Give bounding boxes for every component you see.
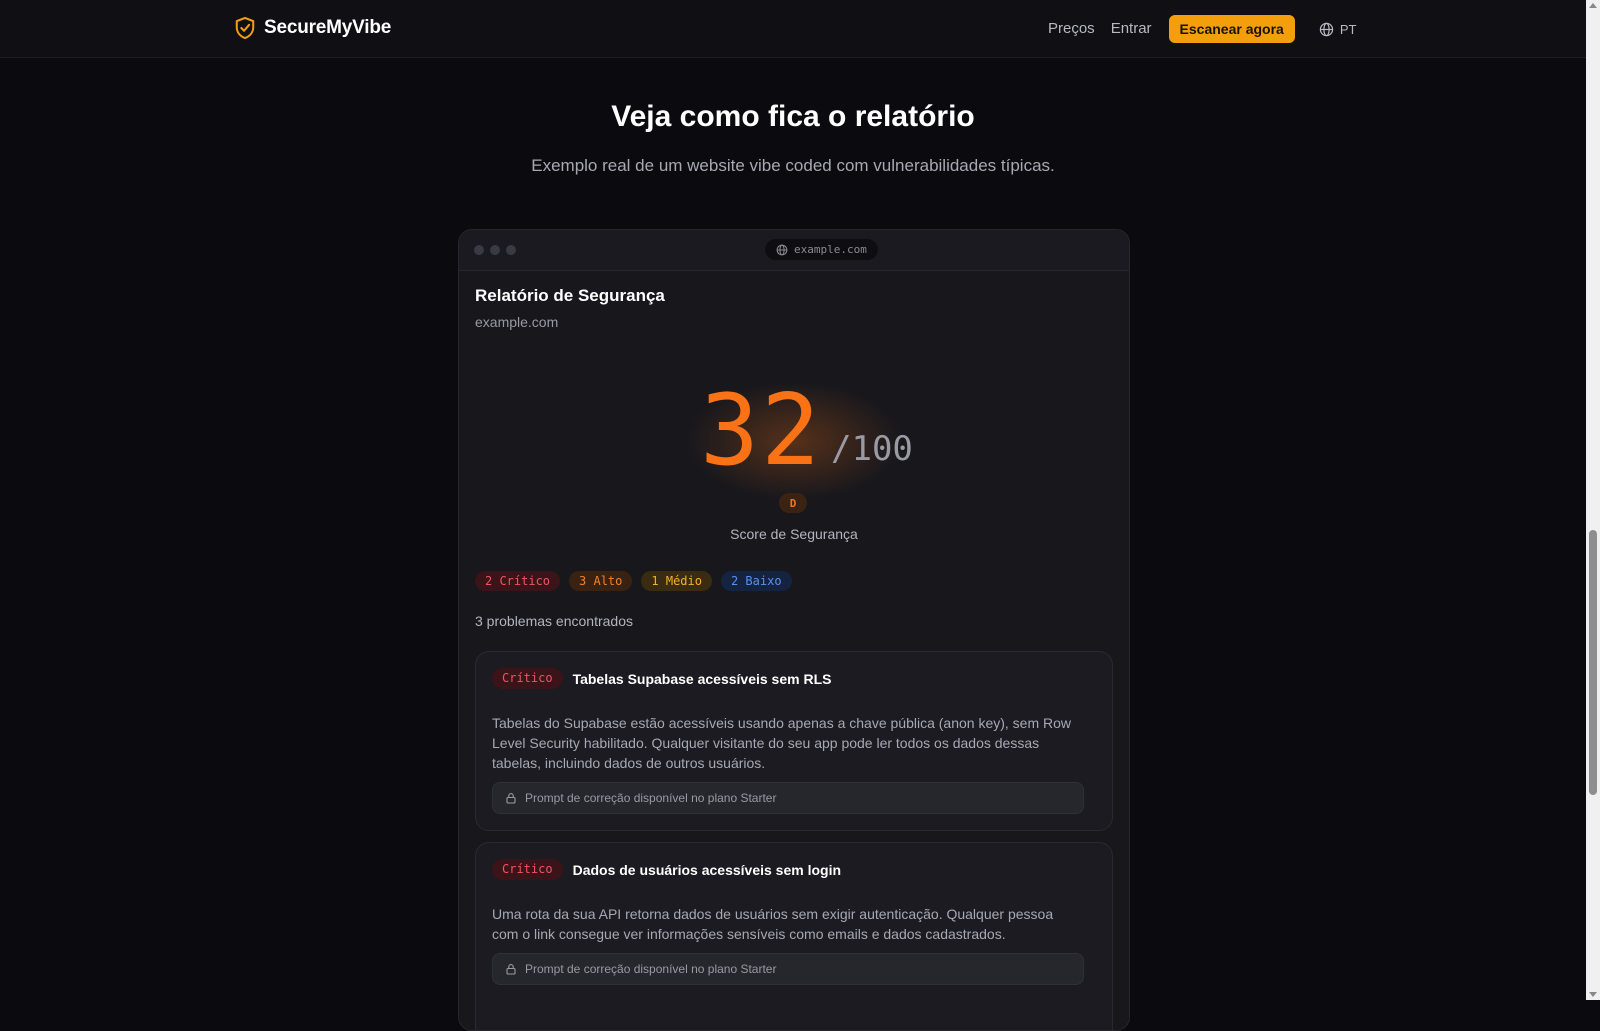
issue-title: Tabelas Supabase acessíveis sem RLS bbox=[572, 670, 832, 687]
url-bar: example.com bbox=[765, 239, 878, 260]
severity-badge: Crítico bbox=[492, 859, 563, 880]
window-dot bbox=[506, 245, 516, 255]
issue-header: Crítico Tabelas Supabase acessíveis sem … bbox=[492, 668, 831, 689]
issue-description: Tabelas do Supabase estão acessíveis usa… bbox=[492, 715, 1072, 771]
issue-title: Dados de usuários acessíveis sem login bbox=[572, 861, 842, 878]
low-count-badge: 2 Baixo bbox=[720, 571, 792, 591]
score-label: Score de Segurança bbox=[730, 526, 858, 542]
section-title: Veja como fica o relatório bbox=[611, 100, 975, 133]
brand-name: SecureMyVibe bbox=[264, 17, 392, 38]
score-value: 32 bbox=[700, 374, 823, 488]
language-label: PT bbox=[1339, 21, 1357, 37]
report-domain: example.com bbox=[475, 314, 559, 330]
nav-links: Preços Entrar Escanear agora PT bbox=[1048, 15, 1356, 43]
globe-icon bbox=[1319, 22, 1334, 36]
scrollbar-thumb[interactable] bbox=[1589, 530, 1597, 795]
lock-icon bbox=[506, 964, 516, 975]
window-dots bbox=[474, 245, 516, 255]
scroll-up-arrow-icon[interactable] bbox=[1589, 3, 1597, 8]
high-count-badge: 3 Alto bbox=[569, 571, 633, 591]
top-navbar: SecureMyVibe Preços Entrar Escanear agor… bbox=[0, 0, 1586, 58]
window-dot bbox=[490, 245, 500, 255]
issue-card: Crítico Dados de usuários acessíveis sem… bbox=[475, 842, 1113, 1030]
critical-count-badge: 2 Crítico bbox=[475, 571, 561, 591]
url-text: example.com bbox=[794, 243, 867, 256]
browser-bar: example.com bbox=[459, 230, 1129, 271]
brand-logo[interactable]: SecureMyVibe bbox=[234, 16, 391, 40]
fix-prompt-text: Prompt de correção disponível no plano S… bbox=[525, 962, 777, 976]
score-display: 32 /100 bbox=[475, 374, 1113, 501]
score-max: /100 bbox=[831, 429, 913, 469]
grade-badge: D bbox=[779, 493, 807, 513]
problems-count: 3 problemas encontrados bbox=[475, 613, 633, 629]
nav-link-login[interactable]: Entrar bbox=[1111, 15, 1152, 43]
fix-prompt-text: Prompt de correção disponível no plano S… bbox=[525, 791, 777, 805]
issue-card: Crítico Tabelas Supabase acessíveis sem … bbox=[475, 651, 1113, 831]
medium-count-badge: 1 Médio bbox=[641, 571, 712, 591]
globe-icon bbox=[776, 244, 788, 255]
issue-description: Uma rota da sua API retorna dados de usu… bbox=[492, 906, 1054, 942]
security-report: Relatório de Segurança example.com 32 /1… bbox=[475, 286, 1113, 1030]
section-subtitle: Exemplo real de um website vibe coded co… bbox=[531, 156, 1055, 175]
report-preview-window: example.com Relatório de Segurança examp… bbox=[458, 229, 1130, 1031]
language-selector[interactable]: PT bbox=[1319, 21, 1357, 37]
report-title: Relatório de Segurança bbox=[475, 286, 665, 305]
scan-now-button[interactable]: Escanear agora bbox=[1168, 15, 1295, 43]
severity-badge: Crítico bbox=[492, 668, 563, 689]
severity-summary: 2 Crítico 3 Alto 1 Médio 2 Baixo bbox=[475, 571, 792, 591]
fix-prompt-locked[interactable]: Prompt de correção disponível no plano S… bbox=[492, 782, 1084, 814]
window-dot bbox=[474, 245, 484, 255]
shield-check-icon bbox=[235, 16, 255, 40]
scroll-down-arrow-icon[interactable] bbox=[1589, 992, 1597, 997]
lock-icon bbox=[506, 793, 516, 804]
nav-link-pricing[interactable]: Preços bbox=[1048, 15, 1095, 43]
issue-header: Crítico Dados de usuários acessíveis sem… bbox=[492, 859, 841, 880]
fix-prompt-locked[interactable]: Prompt de correção disponível no plano S… bbox=[492, 953, 1084, 985]
page-scrollbar[interactable] bbox=[1586, 0, 1600, 1000]
